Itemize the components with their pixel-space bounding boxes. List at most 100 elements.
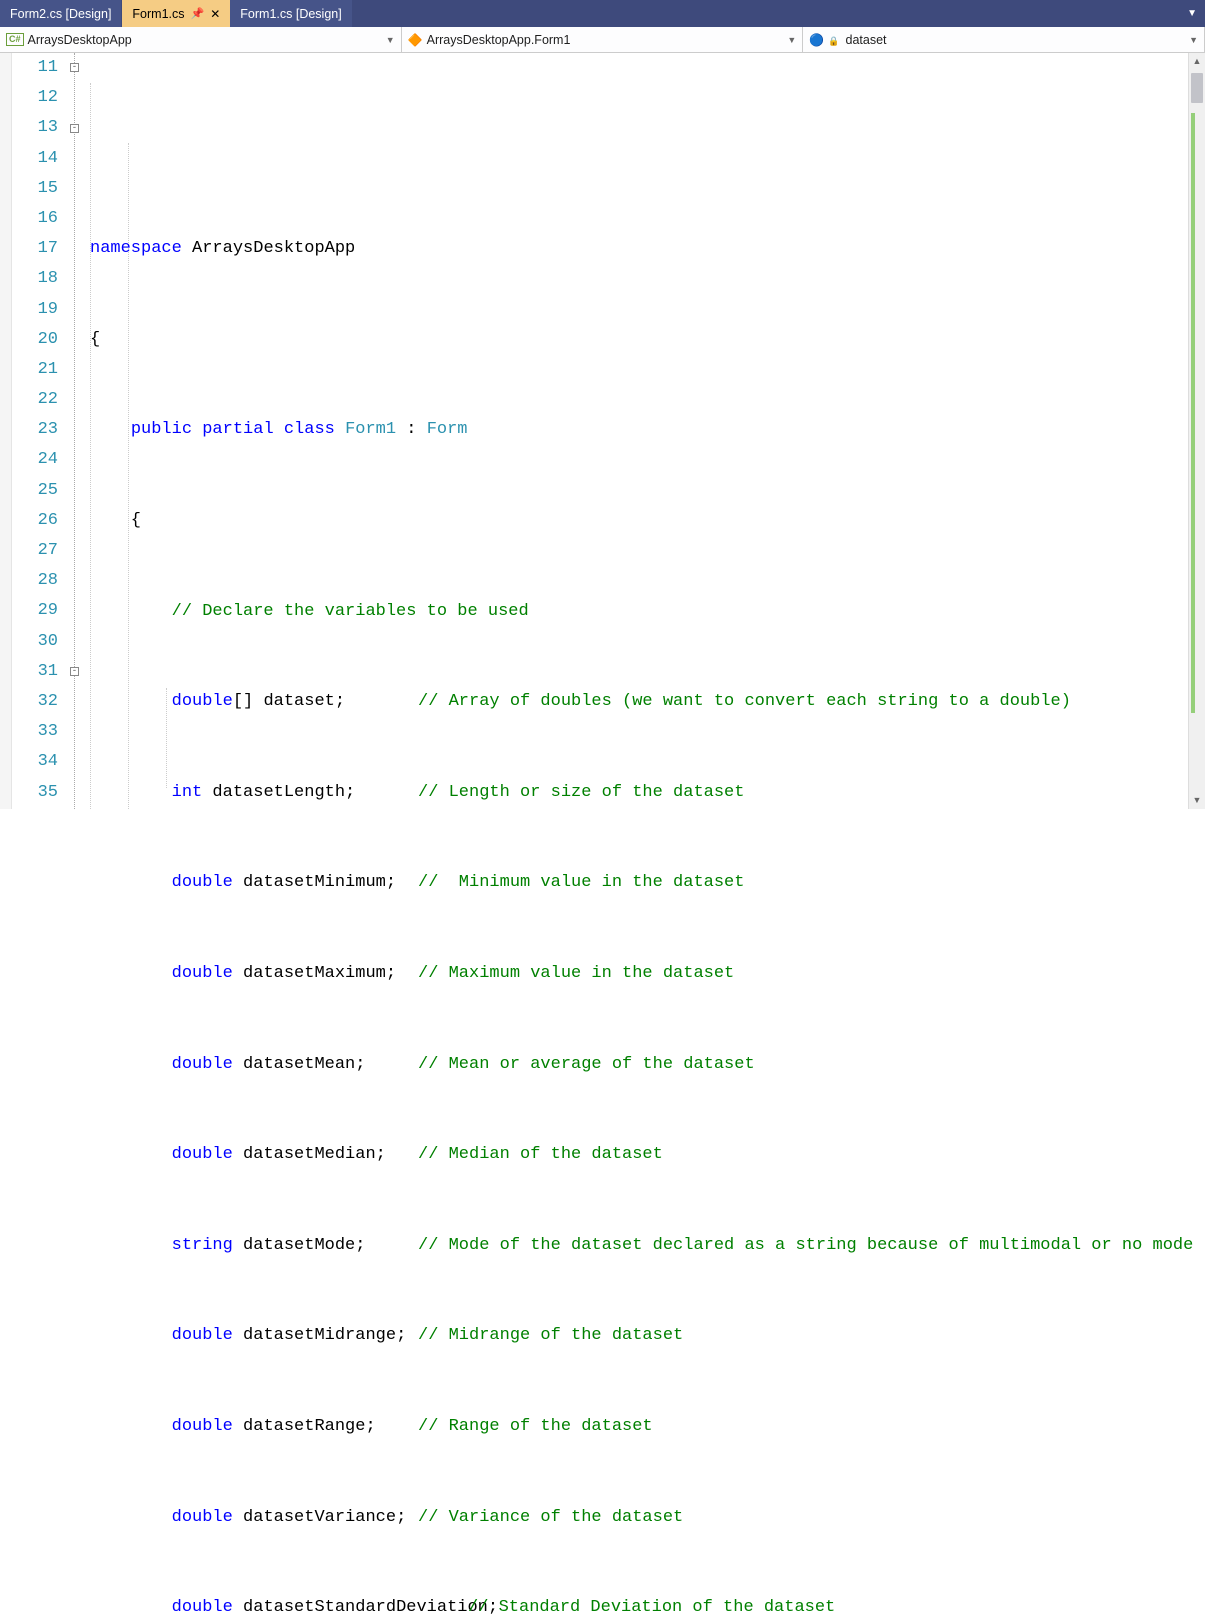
fold-toggle[interactable]: - — [70, 124, 79, 133]
chevron-down-icon: ▼ — [386, 35, 395, 45]
code-editor[interactable]: 11 12 13 14 15 16 17 18 19 20 21 22 23 2… — [0, 53, 1205, 809]
tab-label: Form1.cs — [132, 7, 184, 21]
identifier: ArraysDesktopApp — [182, 239, 355, 258]
class-icon: 🔶 — [408, 33, 423, 47]
identifier: datasetMedian; — [233, 1145, 386, 1164]
line-number: 27 — [12, 536, 58, 566]
line-number-gutter: 11 12 13 14 15 16 17 18 19 20 21 22 23 2… — [12, 53, 70, 809]
breakpoint-margin[interactable] — [0, 53, 12, 809]
tab-label: Form1.cs [Design] — [240, 7, 341, 21]
comment: // Range of the dataset — [418, 1412, 653, 1442]
kw: double — [172, 1326, 233, 1345]
line-number: 33 — [12, 717, 58, 747]
kw: double — [172, 964, 233, 983]
line-number: 11 — [12, 53, 58, 83]
line-number: 31 — [12, 657, 58, 687]
identifier: datasetStandardDeviation; — [233, 1598, 498, 1617]
line-number: 24 — [12, 445, 58, 475]
field-icon: 🔵 — [809, 33, 824, 47]
line-number: 15 — [12, 174, 58, 204]
tab-form2-design[interactable]: Form2.cs [Design] — [0, 0, 122, 27]
line-number: 28 — [12, 566, 58, 596]
brace: { — [88, 325, 1205, 355]
line-number: 34 — [12, 747, 58, 777]
kw: double — [172, 692, 233, 711]
tab-form1-cs[interactable]: Form1.cs 📌 ✕ — [122, 0, 230, 27]
line-number: 14 — [12, 144, 58, 174]
kw: double — [172, 873, 233, 892]
scroll-up-icon[interactable]: ▲ — [1189, 53, 1205, 70]
comment: // Maximum value in the dataset — [418, 959, 734, 989]
line-number: 32 — [12, 687, 58, 717]
line-number: 30 — [12, 627, 58, 657]
sep: : — [396, 420, 427, 439]
nav-project-dropdown[interactable]: C# ArraysDesktopApp ▼ — [0, 27, 402, 52]
nav-class-dropdown[interactable]: 🔶 ArraysDesktopApp.Form1 ▼ — [402, 27, 804, 52]
comment: // Midrange of the dataset — [418, 1321, 683, 1351]
lock-icon — [828, 33, 841, 47]
line-number: 22 — [12, 385, 58, 415]
pin-icon[interactable]: 📌 — [191, 7, 205, 20]
line-number: 20 — [12, 325, 58, 355]
navigation-bar: C# ArraysDesktopApp ▼ 🔶 ArraysDesktopApp… — [0, 27, 1205, 53]
line-number: 18 — [12, 264, 58, 294]
scroll-down-icon[interactable]: ▼ — [1189, 792, 1205, 809]
change-indicator — [1191, 113, 1195, 713]
kw: partial — [202, 420, 273, 439]
line-number: 13 — [12, 113, 58, 143]
line-number: 23 — [12, 415, 58, 445]
kw: int — [172, 783, 203, 802]
kw: namespace — [90, 239, 182, 258]
identifier: datasetRange; — [233, 1417, 376, 1436]
kw: double — [172, 1598, 233, 1617]
nav-project-label: ArraysDesktopApp — [28, 33, 132, 47]
code-content[interactable]: namespace ArraysDesktopApp { public part… — [88, 53, 1205, 809]
line-number: 21 — [12, 355, 58, 385]
kw: double — [172, 1145, 233, 1164]
tab-overflow-icon[interactable]: ▼ — [1179, 8, 1205, 19]
identifier: datasetLength; — [202, 783, 355, 802]
identifier: datasetVariance; — [233, 1508, 406, 1527]
comment: // Mode of the dataset declared as a str… — [418, 1231, 1193, 1261]
kw: double — [172, 1055, 233, 1074]
identifier: datasetMean; — [233, 1055, 366, 1074]
chevron-down-icon: ▼ — [1189, 35, 1198, 45]
line-number: 16 — [12, 204, 58, 234]
nav-member-dropdown[interactable]: 🔵 dataset ▼ — [803, 27, 1205, 52]
fold-toggle[interactable]: - — [70, 63, 79, 72]
identifier: datasetMaximum; — [233, 964, 396, 983]
tab-label: Form2.cs [Design] — [10, 7, 111, 21]
type: Form — [427, 420, 468, 439]
line-number: 26 — [12, 506, 58, 536]
comment: // Length or size of the dataset — [418, 778, 744, 808]
nav-class-label: ArraysDesktopApp.Form1 — [427, 33, 571, 47]
line-number: 17 — [12, 234, 58, 264]
identifier: [] dataset; — [233, 692, 345, 711]
kw: string — [172, 1236, 233, 1255]
comment: // Median of the dataset — [418, 1140, 663, 1170]
tab-form1-design[interactable]: Form1.cs [Design] — [230, 0, 352, 27]
type: Form1 — [345, 420, 396, 439]
fold-toggle[interactable]: - — [70, 667, 79, 676]
nav-member-label: dataset — [846, 33, 887, 47]
identifier: datasetMinimum; — [233, 873, 396, 892]
identifier: datasetMode; — [233, 1236, 366, 1255]
kw: double — [172, 1417, 233, 1436]
brace: { — [88, 506, 1205, 536]
comment: // Array of doubles (we want to convert … — [418, 687, 1071, 717]
chevron-down-icon: ▼ — [787, 35, 796, 45]
outlining-margin: - - - — [70, 53, 88, 809]
vertical-scrollbar[interactable]: ▲ ▼ — [1188, 53, 1205, 809]
line-number: 19 — [12, 295, 58, 325]
scrollbar-thumb[interactable] — [1191, 73, 1203, 103]
identifier: datasetMidrange; — [233, 1326, 406, 1345]
kw: class — [284, 420, 335, 439]
comment: // Minimum value in the dataset — [418, 868, 744, 898]
line-number: 35 — [12, 778, 58, 808]
document-tabs: Form2.cs [Design] Form1.cs 📌 ✕ Form1.cs … — [0, 0, 1205, 27]
comment: // Declare the variables to be used — [88, 597, 1205, 627]
close-icon[interactable]: ✕ — [210, 7, 220, 21]
comment: // Standard Deviation of the dataset — [468, 1593, 835, 1618]
kw: public — [131, 420, 192, 439]
line-number: 12 — [12, 83, 58, 113]
